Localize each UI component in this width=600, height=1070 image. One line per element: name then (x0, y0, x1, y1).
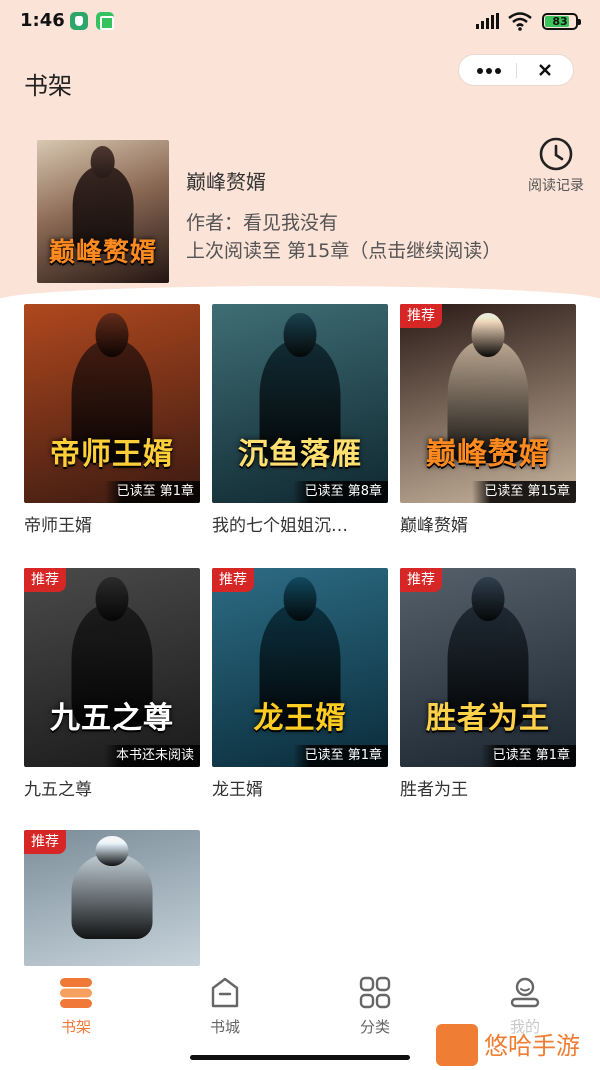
tab-label: 书架 (60, 1018, 91, 1036)
tab-bookstore[interactable]: 书城 (175, 976, 275, 1037)
recent-reading[interactable]: 巅峰赘婿 巅峰赘婿 作者：看见我没有 上次阅读至 第15章（点击继续阅读） 阅读… (0, 130, 600, 290)
clock-icon (539, 137, 573, 171)
recommend-badge: 推荐 (400, 568, 442, 592)
book-title: 龙王婿 (212, 780, 263, 800)
reading-history-button[interactable]: 阅读记录 (518, 136, 594, 196)
recent-book-author: 作者：看见我没有 (186, 212, 339, 234)
status-bar: 1:46 83 (0, 0, 600, 44)
recent-book-progress[interactable]: 上次阅读至 第15章（点击继续阅读） (186, 236, 501, 263)
book-cover[interactable]: 胜者为王 推荐 已读至 第1章 (400, 568, 576, 767)
watermark: 悠哈手游 (432, 1020, 600, 1070)
book-title: 胜者为王 (400, 780, 468, 800)
cover-title: 巅峰赘婿 (426, 437, 550, 472)
close-icon (539, 64, 551, 76)
read-progress-label: 已读至 第1章 (292, 745, 388, 767)
wifi-icon (507, 11, 533, 35)
read-progress-label: 本书还未阅读 (103, 745, 200, 767)
recommend-badge: 推荐 (24, 568, 66, 592)
home-indicator (190, 1055, 410, 1060)
book-title: 巅峰赘婿 (400, 516, 468, 536)
signal-icon (476, 13, 500, 29)
book-card[interactable]: 沉鱼落雁 已读至 第8章 我的七个姐姐沉… (212, 304, 388, 536)
recommend-badge: 推荐 (212, 568, 254, 592)
bookstore-icon (211, 977, 239, 1008)
read-progress-label: 已读至 第1章 (480, 745, 576, 767)
tab-label: 书城 (209, 1018, 240, 1036)
wechat-app-icon (96, 12, 114, 30)
recommend-badge: 推荐 (400, 304, 442, 328)
book-cover[interactable]: 九五之尊 推荐 本书还未阅读 (24, 568, 200, 767)
miniprogram-capsule (458, 54, 574, 86)
page-title: 书架 (24, 72, 72, 100)
tab-category[interactable]: 分类 (325, 976, 425, 1037)
status-time: 1:46 (20, 10, 65, 31)
more-icon (477, 68, 483, 74)
book-cover[interactable]: 帝师王婿 已读至 第1章 (24, 304, 200, 503)
cover-figure (71, 854, 153, 939)
cover-title: 九五之尊 (50, 701, 174, 736)
profile-icon (510, 977, 540, 1008)
book-title: 我的七个姐姐沉… (212, 516, 348, 536)
cover-title: 帝师王婿 (50, 437, 174, 472)
read-progress-label: 已读至 第15章 (472, 481, 576, 503)
battery-icon: 83 (542, 13, 581, 30)
close-button[interactable] (517, 55, 574, 85)
cover-title: 龙王婿 (253, 701, 347, 736)
tab-bookshelf[interactable]: 书架 (26, 976, 126, 1037)
tab-label: 分类 (359, 1018, 390, 1036)
reading-history-label: 阅读记录 (528, 178, 584, 194)
read-progress-label: 已读至 第8章 (292, 481, 388, 503)
book-card[interactable]: 胜者为王 推荐 已读至 第1章 胜者为王 (400, 568, 576, 800)
book-card[interactable]: 巅峰赘婿 推荐 已读至 第15章 巅峰赘婿 (400, 304, 576, 536)
recent-book-cover[interactable]: 巅峰赘婿 (37, 140, 169, 283)
book-cover[interactable]: 推荐 (24, 830, 200, 966)
watermark-logo-icon (436, 1024, 478, 1066)
book-card[interactable]: 推荐 (24, 830, 200, 966)
recent-cover-title: 巅峰赘婿 (48, 238, 157, 268)
bookshelf-icon (60, 978, 92, 1008)
read-progress-label: 已读至 第1章 (104, 481, 200, 503)
book-title: 帝师王婿 (24, 516, 92, 536)
recommend-badge: 推荐 (24, 830, 66, 854)
watermark-text: 悠哈手游 (484, 1032, 580, 1060)
book-card[interactable]: 帝师王婿 已读至 第1章 帝师王婿 (24, 304, 200, 536)
shield-app-icon (70, 12, 88, 30)
cover-title: 沉鱼落雁 (238, 437, 362, 472)
cover-title: 胜者为王 (426, 701, 550, 736)
category-icon (359, 976, 391, 1009)
battery-text: 83 (552, 15, 568, 28)
book-card[interactable]: 龙王婿 推荐 已读至 第1章 龙王婿 (212, 568, 388, 800)
book-cover[interactable]: 沉鱼落雁 已读至 第8章 (212, 304, 388, 503)
more-button[interactable] (459, 55, 516, 85)
recent-book-title: 巅峰赘婿 (186, 170, 266, 194)
book-cover[interactable]: 龙王婿 推荐 已读至 第1章 (212, 568, 388, 767)
book-title: 九五之尊 (24, 780, 92, 800)
book-cover[interactable]: 巅峰赘婿 推荐 已读至 第15章 (400, 304, 576, 503)
book-card[interactable]: 九五之尊 推荐 本书还未阅读 九五之尊 (24, 568, 200, 800)
